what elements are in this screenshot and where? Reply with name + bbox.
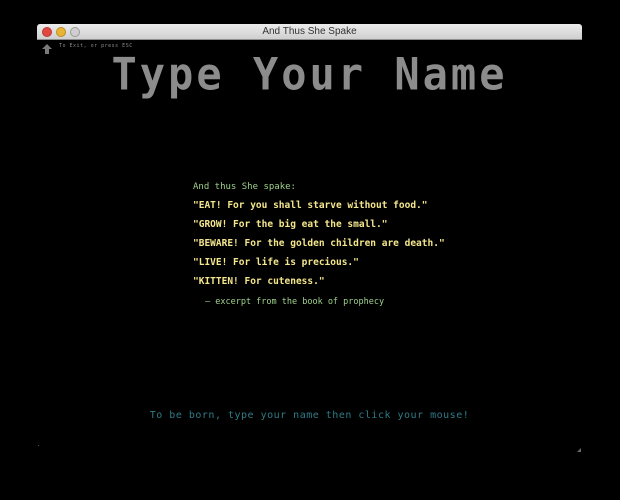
prophecy-excerpt: — excerpt from the book of prophecy — [205, 297, 385, 307]
up-arrow-icon[interactable] — [42, 41, 52, 54]
prophecy-line: "GROW! For the big eat the small." — [193, 219, 388, 230]
prophecy-block: And thus She spake: "EAT! For you shall … — [193, 180, 563, 313]
prophecy-line: "LIVE! For life is precious." — [193, 257, 359, 268]
window-titlebar[interactable]: And Thus She Spake — [37, 24, 582, 40]
page-title: Type Your Name — [111, 48, 508, 101]
window-title: And Thus She Spake — [262, 26, 357, 37]
game-window: And Thus She Spake To Exit, or press ESC… — [37, 24, 582, 452]
prophecy-line: "BEWARE! For the golden children are dea… — [193, 238, 445, 249]
prophecy-intro: And thus She spake: — [193, 182, 296, 192]
resize-grip-icon[interactable] — [576, 440, 581, 452]
prophecy-line: "EAT! For you shall starve without food.… — [193, 200, 428, 211]
name-entry-instruction: To be born, type your name then click yo… — [149, 410, 470, 421]
prophecy-line: "KITTEN! For cuteness." — [193, 276, 325, 287]
corner-dot — [38, 445, 39, 446]
